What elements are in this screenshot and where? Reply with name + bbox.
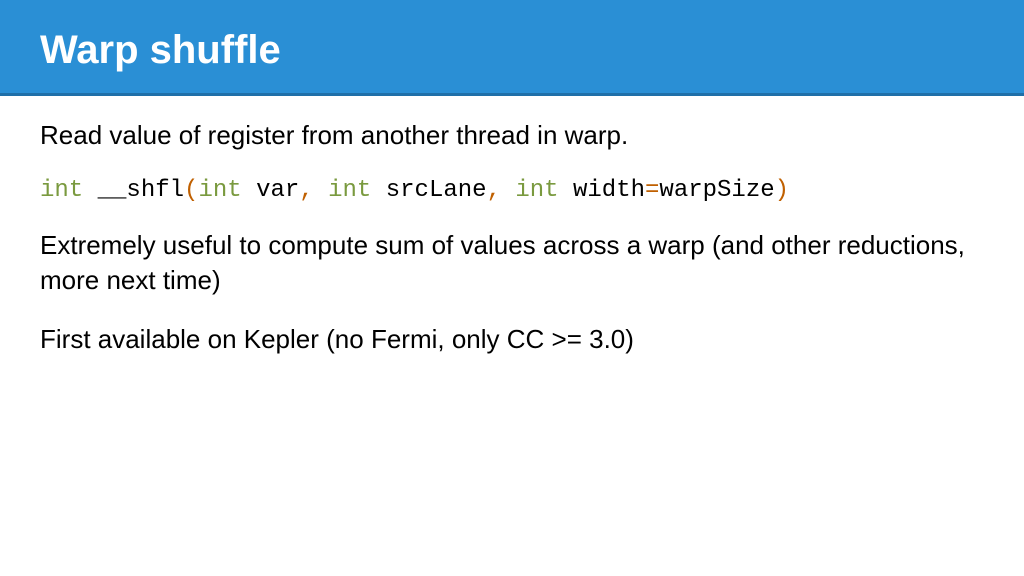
comma: , [299, 177, 313, 204]
param-width: width [573, 177, 645, 204]
paragraph-2: Extremely useful to compute sum of value… [40, 228, 984, 298]
slide-header: Warp shuffle [0, 0, 1024, 96]
keyword-int: int [40, 177, 83, 204]
slide-content: Read value of register from another thre… [0, 96, 1024, 403]
comma: , [487, 177, 501, 204]
keyword-int: int [328, 177, 371, 204]
function-name: __shfl [98, 177, 184, 204]
code-signature: int __shfl(int var, int srcLane, int wid… [40, 177, 984, 204]
paren-open: ( [184, 177, 198, 204]
keyword-int: int [198, 177, 241, 204]
param-srclane: srcLane [386, 177, 487, 204]
paragraph-1: Read value of register from another thre… [40, 118, 984, 153]
default-warpsize: warpSize [659, 177, 774, 204]
slide-title: Warp shuffle [40, 28, 984, 73]
keyword-int: int [515, 177, 558, 204]
paren-close: ) [775, 177, 789, 204]
param-var: var [256, 177, 299, 204]
paragraph-3: First available on Kepler (no Fermi, onl… [40, 322, 984, 357]
equals: = [645, 177, 659, 204]
